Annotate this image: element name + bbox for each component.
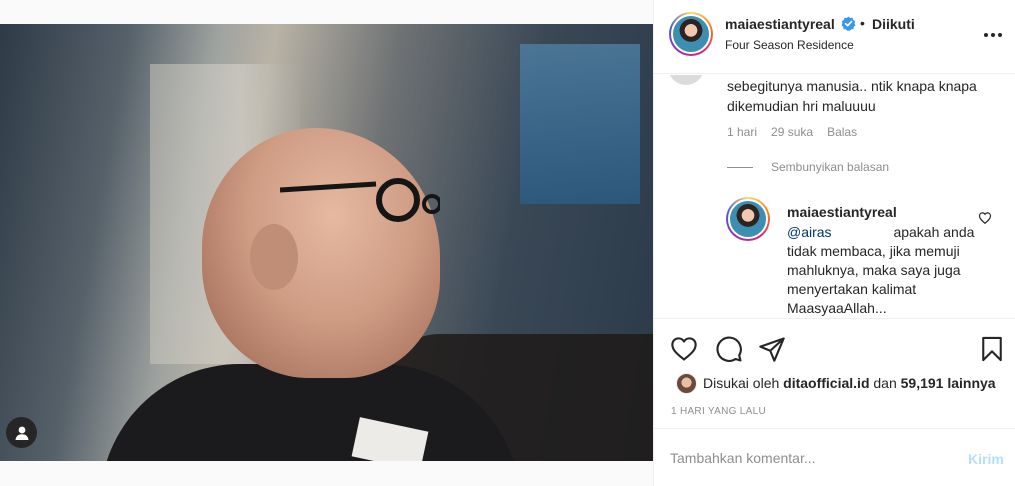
share-paper-plane-icon[interactable] [758,335,786,363]
reply-author-avatar-image [728,199,768,239]
liker-avatar[interactable] [676,373,697,394]
post-location[interactable]: Four Season Residence [725,38,854,52]
user-tags-button[interactable] [6,417,37,448]
add-comment-section: Kirim [654,428,1015,486]
comment-bubble-icon[interactable] [715,335,743,363]
more-dot-icon [984,33,988,37]
add-comment-input[interactable] [670,447,950,469]
photo-ear [250,224,298,290]
hide-replies-button[interactable]: Sembunyikan balasan [771,160,889,174]
more-dot-icon [998,33,1002,37]
reply-author-avatar[interactable] [726,197,770,241]
likes-count[interactable]: 59,191 lainnya [901,375,996,391]
likes-summary: Disukai oleh ditaofficial.id dan 59,191 … [703,375,996,391]
post-photo[interactable] [0,24,653,461]
post-sidebar: maiaestiantyreal • Diikuti Four Season R… [653,0,1015,486]
post-comment-button[interactable]: Kirim [968,451,1004,467]
more-dot-icon [991,33,995,37]
instagram-post-modal: maiaestiantyreal • Diikuti Four Season R… [0,0,1015,486]
reply-mention[interactable]: @airas [787,224,832,240]
header-separator: • [860,15,865,31]
reply-author-username[interactable]: maiaestiantyreal [787,204,897,220]
save-bookmark-icon[interactable] [978,335,1006,363]
photo-window [520,44,640,204]
photo-glasses [280,178,440,222]
author-avatar[interactable] [669,12,713,56]
more-options-button[interactable] [984,30,1006,40]
author-username[interactable]: maiaestiantyreal [725,16,835,32]
post-actions: Disukai oleh ditaofficial.id dan 59,191 … [654,318,1015,428]
comment-text: sebegitunya manusia.. ntik knapa knapa d… [727,78,977,114]
like-reply-heart-icon[interactable] [978,211,992,225]
verified-badge-icon [841,16,856,31]
likes-conjunction: dan [873,375,897,391]
comment-meta: 1 hari 29 suka Balas [727,125,857,139]
comment-time[interactable]: 1 hari [727,125,757,139]
like-heart-icon[interactable] [670,335,698,363]
post-header: maiaestiantyreal • Diikuti Four Season R… [654,0,1015,74]
post-timestamp[interactable]: 1 HARI YANG LALU [671,406,766,417]
author-avatar-image [671,14,711,54]
liker-username[interactable]: ditaofficial.id [783,375,869,391]
follow-status-button[interactable]: Diikuti [872,16,915,32]
photo-head [202,128,440,378]
comment-likes[interactable]: 29 suka [771,125,813,139]
commenter-avatar[interactable] [668,75,704,85]
likes-prefix: Disukai oleh [703,375,780,391]
reply-button[interactable]: Balas [827,125,857,139]
comments-list[interactable]: sebegitunya manusia.. ntik knapa knapa d… [654,75,1015,318]
redacted-handle [832,225,890,237]
hide-replies-divider [727,167,753,168]
user-icon [15,426,28,440]
reply-text: @airas apakah anda tidak membaca, jika m… [787,223,977,318]
